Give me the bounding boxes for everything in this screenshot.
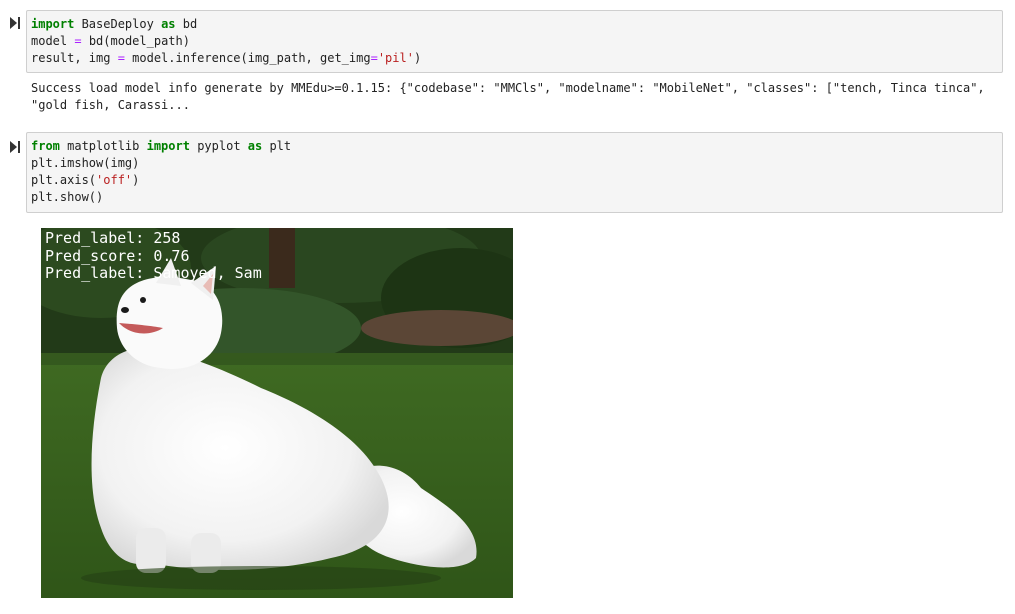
run-cell-icon[interactable] [10, 141, 21, 153]
cell-output-text: Success load model info generate by MMEd… [31, 81, 992, 112]
code-token: plt.axis( [31, 173, 97, 187]
code-line: plt.show() [31, 189, 998, 206]
code-token: import [146, 139, 190, 153]
code-token: = [74, 34, 82, 48]
code-line: plt.imshow(img) [31, 155, 998, 172]
code-token: = [370, 51, 378, 65]
code-token: 'pil' [377, 51, 414, 65]
pred-score-text: Pred_score: 0.76 [45, 247, 190, 265]
code-token: = [117, 51, 125, 65]
code-token: ) [132, 173, 140, 187]
code-token: bd(model_path) [81, 34, 190, 48]
pred-label-text: Pred_label: 258 [45, 229, 181, 247]
code-editor-1[interactable]: import BaseDeploy as bd model = bd(model_… [26, 10, 1003, 73]
code-token: model [31, 34, 75, 48]
code-line: plt.axis('off') [31, 172, 998, 189]
code-token: pyplot [189, 139, 248, 153]
code-line: model = bd(model_path) [31, 33, 998, 50]
code-line: import BaseDeploy as bd [31, 16, 998, 33]
code-editor-2[interactable]: from matplotlib import pyplot as plt plt.… [26, 132, 1003, 213]
samoyed-photo [41, 228, 513, 598]
code-token: plt.imshow(img) [31, 156, 140, 170]
code-line: result, img = model.inference(img_path, … [31, 50, 998, 67]
run-cell-icon[interactable] [10, 17, 21, 29]
code-token: matplotlib [59, 139, 147, 153]
code-token: BaseDeploy [74, 17, 162, 31]
pred-class-text: Pred_label: Samoyed, Sam [45, 264, 262, 282]
code-token: 'off' [96, 173, 133, 187]
code-token: import [31, 17, 75, 31]
code-token: bd [175, 17, 198, 31]
code-token: plt [262, 139, 292, 153]
code-token: plt.show() [31, 190, 104, 204]
code-token: result, img [31, 51, 118, 65]
code-token: as [161, 17, 176, 31]
code-token: ) [413, 51, 422, 65]
code-token: model.inference(img_path, get_img [124, 51, 371, 65]
code-line: from matplotlib import pyplot as plt [31, 138, 998, 155]
code-token: from [31, 139, 60, 153]
code-token: as [247, 139, 263, 153]
output-image: Pred_label: 258 Pred_score: 0.76 Pred_la… [41, 228, 513, 598]
